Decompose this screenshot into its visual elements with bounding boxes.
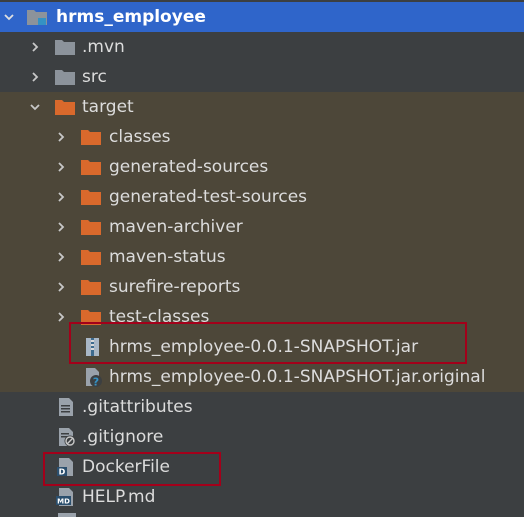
tree-item-label: hrms_employee (56, 7, 206, 27)
tree-item-src[interactable]: src (0, 62, 524, 92)
tree-item-target[interactable]: target (0, 92, 524, 122)
tree-item-label: classes (109, 127, 171, 147)
chevron-right-icon[interactable] (28, 62, 42, 92)
tree-item-maven-status[interactable]: maven-status (0, 242, 524, 272)
chevron-right-icon[interactable] (54, 182, 68, 212)
chevron-right-icon[interactable] (28, 32, 42, 62)
excluded-folder-icon (54, 97, 76, 117)
tree-item-label: .gitignore (82, 427, 164, 447)
tree-item-label: HELP.md (82, 487, 156, 507)
chevron-down-icon[interactable] (2, 2, 16, 32)
tree-item-maven-archiver[interactable]: maven-archiver (0, 212, 524, 242)
excluded-folder-icon (80, 157, 102, 177)
excluded-folder-icon (80, 187, 102, 207)
tree-item-label: maven-status (109, 247, 226, 267)
chevron-right-icon[interactable] (54, 212, 68, 242)
chevron-right-icon[interactable] (54, 152, 68, 182)
excluded-folder-icon (80, 247, 102, 267)
tree-item-jar-original[interactable]: ? hrms_employee-0.0.1-SNAPSHOT.jar.origi… (0, 362, 524, 392)
highlight-box-dockerfile (43, 452, 221, 486)
tree-item-gitignore[interactable]: .gitignore (0, 422, 524, 452)
tree-item-classes[interactable]: classes (0, 122, 524, 152)
chevron-right-icon[interactable] (54, 122, 68, 152)
chevron-right-icon[interactable] (54, 272, 68, 302)
tree-item-label: src (82, 67, 107, 87)
chevron-right-icon[interactable] (54, 242, 68, 272)
tree-item-help-md[interactable]: MD HELP.md (0, 482, 524, 512)
folder-icon (54, 67, 76, 87)
tree-item-label: generated-sources (109, 157, 269, 177)
tree-item-surefire-reports[interactable]: surefire-reports (0, 272, 524, 302)
module-folder-icon (26, 7, 48, 27)
chevron-right-icon[interactable] (54, 302, 68, 332)
tree-item-label: generated-test-sources (109, 187, 308, 207)
excluded-folder-icon (80, 277, 102, 297)
tree-item-label: target (82, 97, 134, 117)
tree-item-generated-test-sources[interactable]: generated-test-sources (0, 182, 524, 212)
ignore-file-icon (56, 427, 78, 447)
excluded-folder-icon (80, 127, 102, 147)
folder-icon (54, 37, 76, 57)
tree-item-hrms-employee[interactable]: hrms_employee (0, 2, 524, 32)
tree-item-label: hrms_employee-0.0.1-SNAPSHOT.jar.origina… (109, 367, 486, 387)
file-icon-partial (58, 513, 76, 517)
tree-item-generated-sources[interactable]: generated-sources (0, 152, 524, 182)
tree-item-label: maven-archiver (109, 217, 243, 237)
md-badge: MD (57, 498, 70, 506)
unknown-file-icon: ? (82, 367, 104, 389)
excluded-folder-icon (80, 217, 102, 237)
svg-text:?: ? (93, 376, 99, 388)
text-file-icon (56, 397, 78, 417)
highlight-box-jar (69, 322, 467, 364)
tree-item-mvn[interactable]: .mvn (0, 32, 524, 62)
tree-item-label: surefire-reports (109, 277, 241, 297)
tree-item-label: .mvn (82, 37, 125, 57)
tree-item-gitattributes[interactable]: .gitattributes (0, 392, 524, 422)
markdown-file-icon: MD (56, 487, 78, 507)
tree-item-label: .gitattributes (82, 397, 193, 417)
chevron-down-icon[interactable] (28, 92, 42, 122)
